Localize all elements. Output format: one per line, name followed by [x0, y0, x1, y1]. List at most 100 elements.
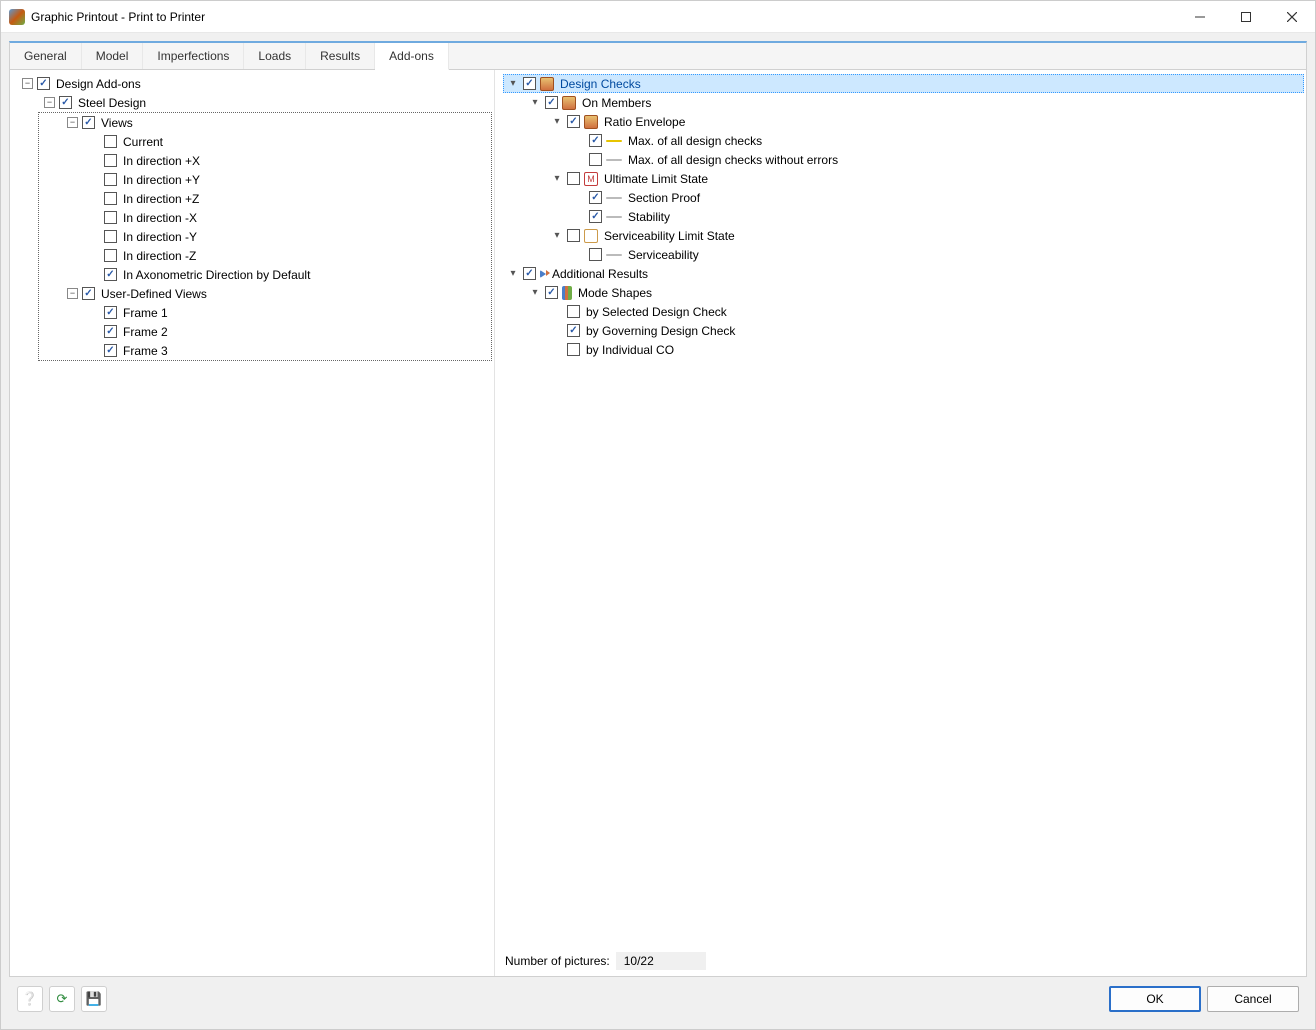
checkbox[interactable] — [567, 324, 580, 337]
checkbox[interactable] — [104, 154, 117, 167]
maximize-button[interactable] — [1223, 1, 1269, 33]
node-steel-design[interactable]: − Steel Design — [40, 93, 492, 112]
checkbox[interactable] — [567, 229, 580, 242]
checkbox[interactable] — [104, 230, 117, 243]
checkbox[interactable] — [104, 211, 117, 224]
cancel-label: Cancel — [1234, 992, 1271, 1006]
checkbox[interactable] — [104, 325, 117, 338]
checkbox[interactable] — [567, 343, 580, 356]
checkbox[interactable] — [589, 134, 602, 147]
serviceability-icon — [584, 229, 598, 243]
tree-leaf[interactable]: In Axonometric Direction by Default — [85, 265, 491, 284]
checkbox[interactable] — [523, 77, 536, 90]
checkbox[interactable] — [523, 267, 536, 280]
tree-leaf[interactable]: Serviceability — [569, 245, 1304, 264]
tree-leaf[interactable]: In direction +Z — [85, 189, 491, 208]
node-views[interactable]: − Views — [63, 113, 491, 132]
tree-leaf[interactable]: Max. of all design checks without errors — [569, 150, 1304, 169]
tab-loads[interactable]: Loads — [244, 43, 306, 69]
node-design-addons[interactable]: − Design Add-ons — [18, 74, 492, 93]
expand-icon[interactable]: − — [44, 97, 55, 108]
checkbox[interactable] — [104, 192, 117, 205]
node-label: Current — [121, 135, 163, 149]
help-icon: ❔ — [22, 991, 38, 1007]
tab-general[interactable]: General — [10, 43, 82, 69]
node-mode-shapes[interactable]: Mode Shapes — [525, 283, 1304, 302]
tree-leaf[interactable]: In direction +X — [85, 151, 491, 170]
chevron-down-icon[interactable] — [529, 287, 541, 299]
expand-icon[interactable]: − — [67, 117, 78, 128]
save-icon: 💾 — [86, 991, 102, 1007]
close-button[interactable] — [1269, 1, 1315, 33]
chevron-down-icon[interactable] — [551, 230, 563, 242]
tree-leaf[interactable]: Max. of all design checks — [569, 131, 1304, 150]
checkbox[interactable] — [589, 153, 602, 166]
checkbox[interactable] — [37, 77, 50, 90]
checkbox[interactable] — [104, 344, 117, 357]
checkbox[interactable] — [589, 210, 602, 223]
chevron-down-icon[interactable] — [507, 268, 519, 280]
node-uls[interactable]: M Ultimate Limit State — [547, 169, 1304, 188]
chevron-down-icon[interactable] — [507, 78, 519, 90]
checkbox[interactable] — [104, 249, 117, 262]
node-design-checks[interactable]: Design Checks — [503, 74, 1304, 93]
tree-leaf[interactable]: by Governing Design Check — [547, 321, 1304, 340]
main-panel: General Model Imperfections Loads Result… — [9, 41, 1307, 977]
tree-leaf[interactable]: Frame 3 — [85, 341, 491, 360]
tree-leaf[interactable]: Stability — [569, 207, 1304, 226]
tree-leaf[interactable]: Frame 2 — [85, 322, 491, 341]
help-button[interactable]: ❔ — [17, 986, 43, 1012]
tree-leaf[interactable]: In direction -Y — [85, 227, 491, 246]
checkbox[interactable] — [82, 116, 95, 129]
ok-button[interactable]: OK — [1109, 986, 1201, 1012]
save-default-button[interactable]: 💾 — [81, 986, 107, 1012]
spacer-icon — [89, 193, 100, 204]
tree-leaf[interactable]: In direction +Y — [85, 170, 491, 189]
node-label: Frame 3 — [121, 344, 168, 358]
tree-leaf[interactable]: In direction -X — [85, 208, 491, 227]
node-additional-results[interactable]: Additional Results — [503, 264, 1304, 283]
node-label: Max. of all design checks — [626, 134, 762, 148]
tree-leaf[interactable]: by Selected Design Check — [547, 302, 1304, 321]
refresh-button[interactable]: ⟳ — [49, 986, 75, 1012]
chevron-down-icon[interactable] — [551, 173, 563, 185]
picture-count-row: Number of pictures: 10/22 — [495, 946, 1306, 976]
node-user-defined-views[interactable]: − User-Defined Views — [63, 284, 491, 303]
minimize-button[interactable] — [1177, 1, 1223, 33]
checkbox[interactable] — [104, 306, 117, 319]
checkbox[interactable] — [567, 172, 580, 185]
checkbox[interactable] — [589, 191, 602, 204]
chevron-down-icon[interactable] — [551, 116, 563, 128]
tree-leaf[interactable]: In direction -Z — [85, 246, 491, 265]
spacer-icon — [89, 307, 100, 318]
checkbox[interactable] — [589, 248, 602, 261]
node-ratio-envelope[interactable]: Ratio Envelope — [547, 112, 1304, 131]
node-label: Steel Design — [76, 96, 146, 110]
node-sls[interactable]: Serviceability Limit State — [547, 226, 1304, 245]
tab-addons[interactable]: Add-ons — [375, 43, 449, 70]
right-tree: Design Checks On Members — [495, 70, 1306, 363]
checkbox[interactable] — [545, 96, 558, 109]
tree-leaf[interactable]: Current — [85, 132, 491, 151]
checkbox[interactable] — [104, 268, 117, 281]
chevron-down-icon[interactable] — [529, 97, 541, 109]
checkbox[interactable] — [567, 305, 580, 318]
tree-leaf[interactable]: Section Proof — [569, 188, 1304, 207]
expand-icon[interactable]: − — [67, 288, 78, 299]
tree-leaf[interactable]: Frame 1 — [85, 303, 491, 322]
checkbox[interactable] — [59, 96, 72, 109]
expand-icon[interactable]: − — [22, 78, 33, 89]
tab-results[interactable]: Results — [306, 43, 375, 69]
checkbox[interactable] — [545, 286, 558, 299]
checkbox[interactable] — [567, 115, 580, 128]
checkbox[interactable] — [104, 173, 117, 186]
tree-leaf[interactable]: by Individual CO — [547, 340, 1304, 359]
cancel-button[interactable]: Cancel — [1207, 986, 1299, 1012]
yellow-line-icon — [606, 140, 622, 142]
checkbox[interactable] — [104, 135, 117, 148]
checkbox[interactable] — [82, 287, 95, 300]
tab-imperfections[interactable]: Imperfections — [143, 43, 244, 69]
node-label: by Individual CO — [584, 343, 674, 357]
tab-model[interactable]: Model — [82, 43, 144, 69]
node-on-members[interactable]: On Members — [525, 93, 1304, 112]
